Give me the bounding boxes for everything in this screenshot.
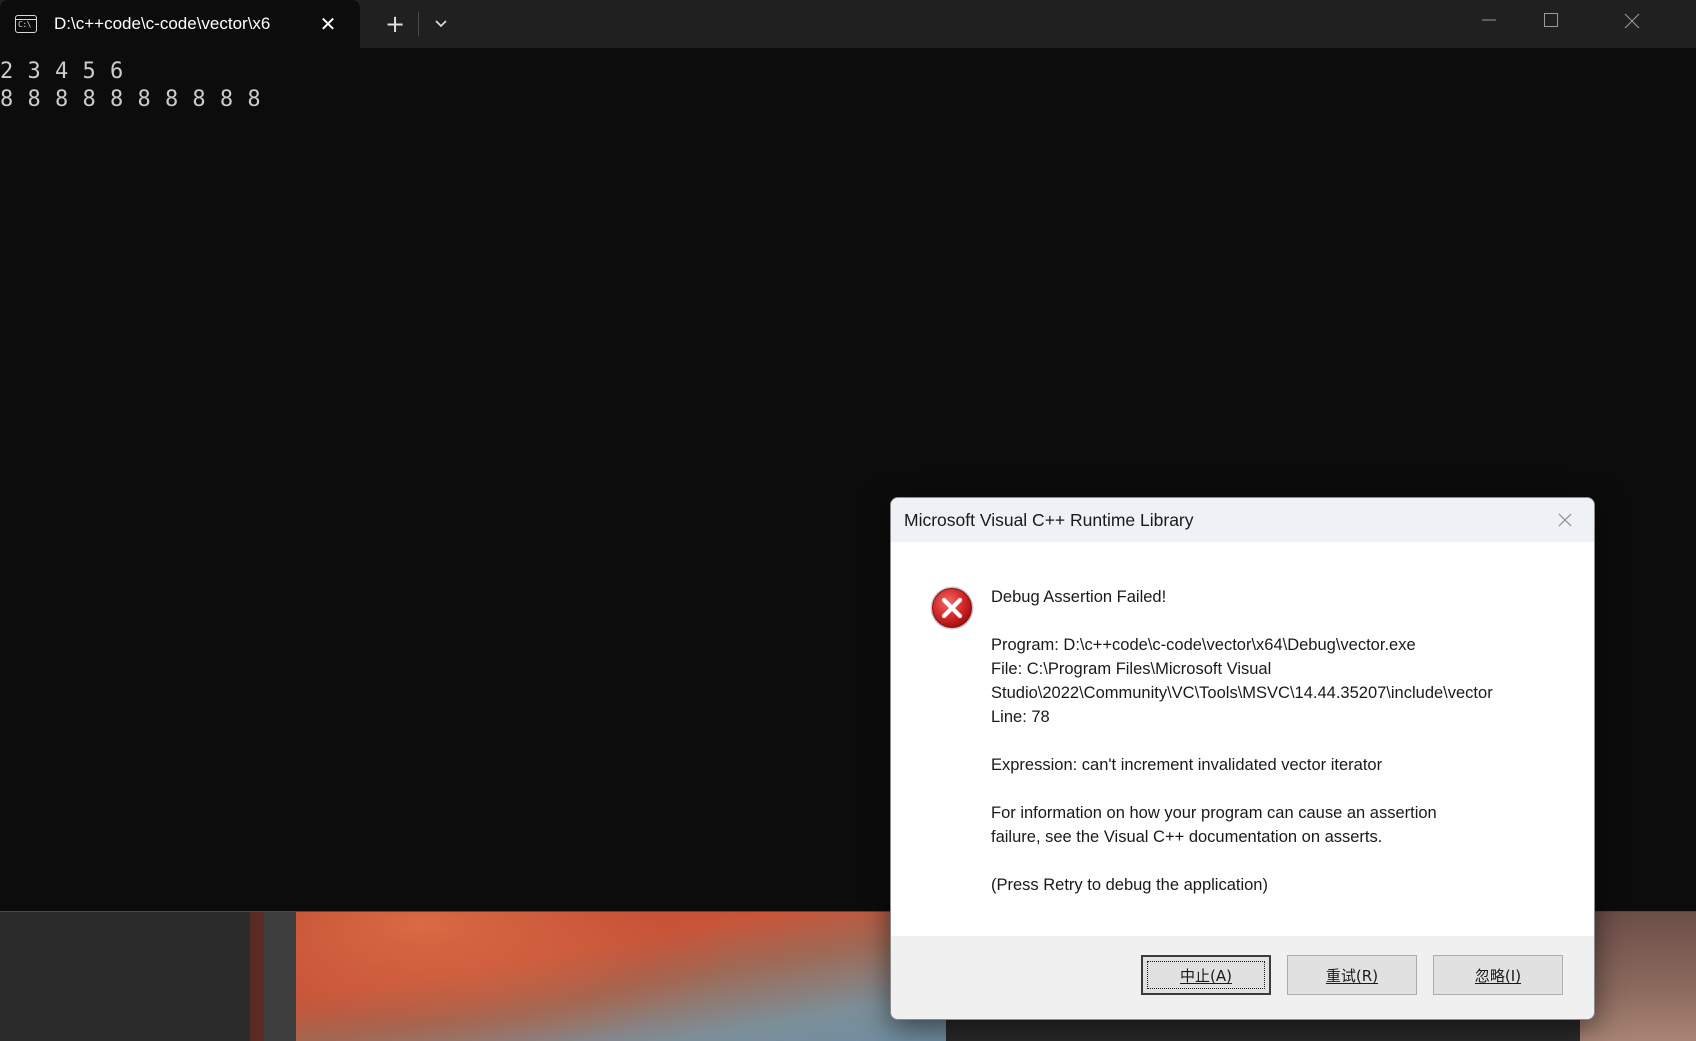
- maximize-button[interactable]: [1516, 0, 1584, 40]
- dialog-title: Microsoft Visual C++ Runtime Library: [904, 510, 1194, 530]
- line-number: Line: 78: [991, 708, 1050, 726]
- console-line: 8 8 8 8 8 8 8 8 8 8: [0, 87, 262, 112]
- assert-expression: Expression: can't increment invalidated …: [991, 756, 1383, 774]
- ignore-button[interactable]: 忽略(I): [1433, 955, 1563, 995]
- dialog-heading: Debug Assertion Failed!: [991, 588, 1167, 606]
- new-tab-button[interactable]: +: [380, 8, 410, 40]
- retry-button[interactable]: 重试(R): [1287, 955, 1417, 995]
- program-path: Program: D:\c++code\c-code\vector\x64\De…: [991, 636, 1416, 654]
- file-path-line1: File: C:\Program Files\Microsoft Visual: [991, 660, 1272, 678]
- info-line2: failure, see the Visual C++ documentatio…: [991, 828, 1383, 846]
- terminal-titlebar: C:\ D:\c++code\c-code\vector\x6 ✕ +: [0, 0, 1696, 48]
- tab-divider: [418, 12, 419, 36]
- tab-dropdown-button[interactable]: [427, 10, 455, 38]
- tab-active[interactable]: C:\ D:\c++code\c-code\vector\x6 ✕: [0, 0, 360, 48]
- console-line: 2 3 4 5 6: [0, 59, 124, 84]
- dialog-titlebar: Microsoft Visual C++ Runtime Library: [891, 498, 1594, 542]
- close-icon: [1558, 513, 1572, 527]
- chevron-down-icon: [435, 20, 447, 28]
- abort-button[interactable]: 中止(A): [1141, 955, 1271, 995]
- error-icon: [929, 585, 975, 631]
- info-line1: For information on how your program can …: [991, 804, 1437, 822]
- tab-title: D:\c++code\c-code\vector\x6: [54, 14, 271, 33]
- dialog-message: Debug Assertion Failed! Program: D:\c++c…: [991, 585, 1571, 897]
- retry-hint: (Press Retry to debug the application): [991, 876, 1268, 894]
- maximize-icon: [1544, 13, 1558, 27]
- minimize-icon: [1482, 19, 1496, 21]
- file-path-line2: Studio\2022\Community\VC\Tools\MSVC\14.4…: [991, 684, 1493, 702]
- close-icon: [1624, 13, 1640, 29]
- terminal-icon: C:\: [15, 15, 37, 33]
- close-window-button[interactable]: [1596, 0, 1664, 40]
- dialog-close-button[interactable]: [1555, 510, 1575, 530]
- assertion-dialog: Microsoft Visual C++ Runtime Library Deb…: [890, 497, 1595, 1020]
- close-tab-button[interactable]: ✕: [316, 12, 340, 36]
- minimize-button[interactable]: [1454, 0, 1522, 40]
